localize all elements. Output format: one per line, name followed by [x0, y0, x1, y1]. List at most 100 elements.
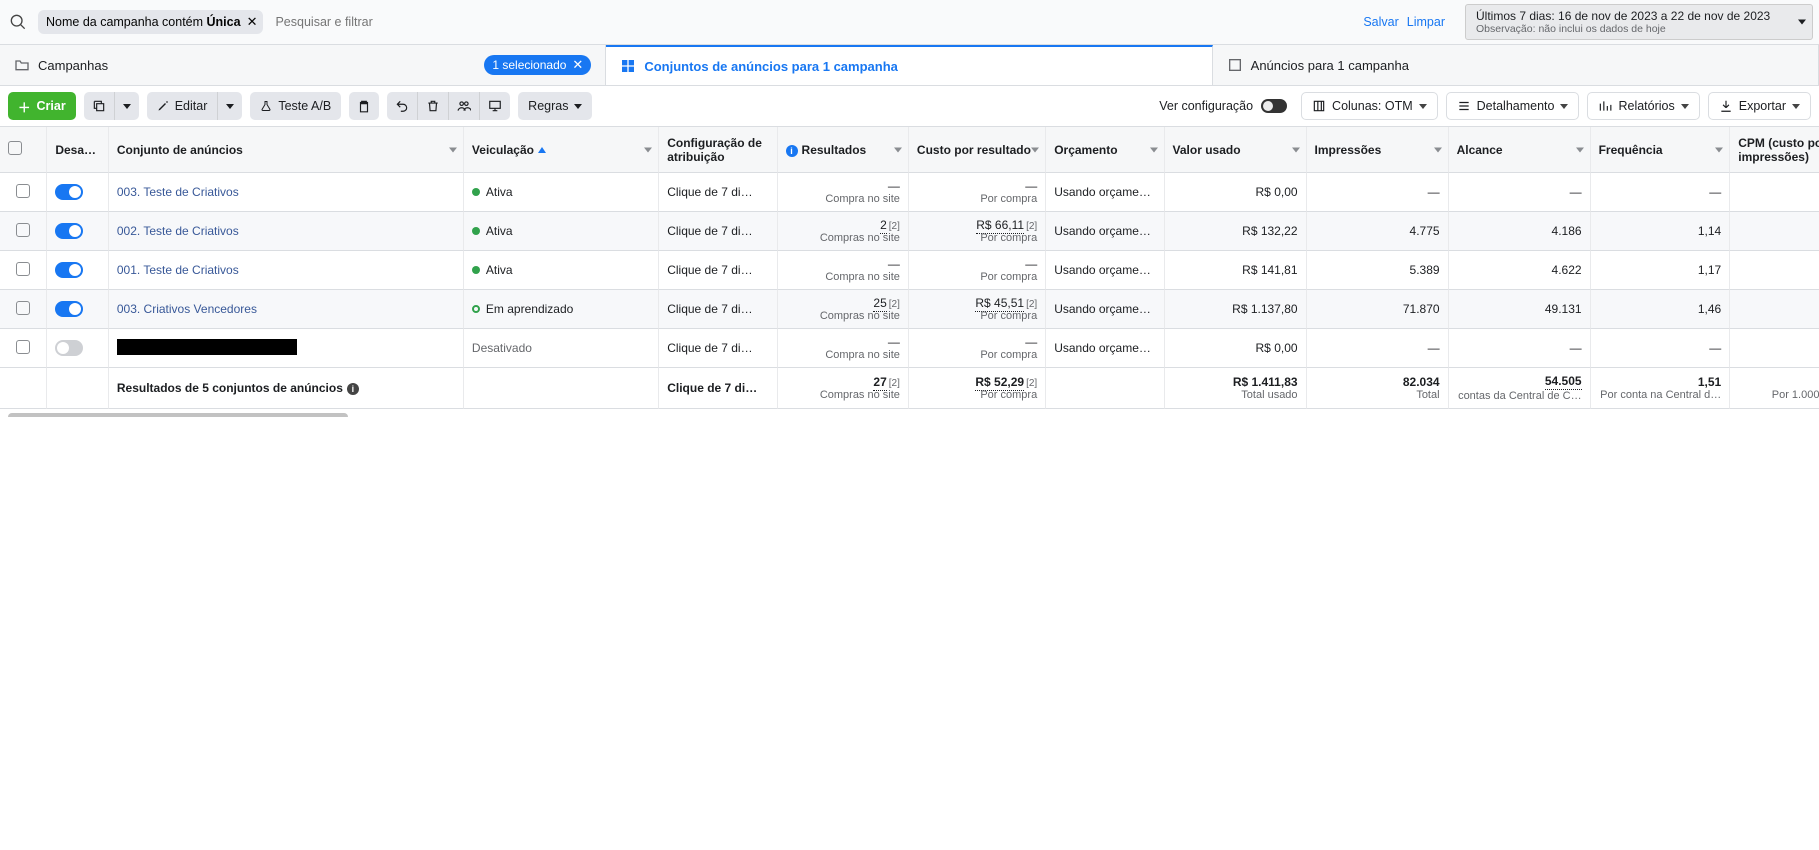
columns-icon [1312, 99, 1326, 113]
freq-value: 1,46 [1698, 302, 1721, 316]
col-attribution[interactable]: Configuração de atribuição [659, 127, 777, 173]
create-button[interactable]: ＋ Criar [8, 92, 76, 120]
row-toggle[interactable] [55, 301, 83, 317]
row-checkbox[interactable] [16, 184, 30, 198]
tab-adsets[interactable]: Conjuntos de anúncios para 1 campanha [606, 45, 1212, 85]
export-button[interactable]: Exportar [1708, 92, 1811, 120]
date-range-main: Últimos 7 dias: 16 de nov de 2023 a 22 d… [1476, 9, 1770, 23]
adset-name-link[interactable]: 002. Teste de Criativos [117, 224, 239, 238]
filter-chip-campaign-name[interactable]: Nome da campanha contém Única ✕ [38, 10, 263, 34]
reach-value: 4.186 [1552, 224, 1582, 238]
adset-name-link[interactable]: 003. Teste de Criativos [117, 185, 239, 199]
col-impressions[interactable]: Impressões [1307, 127, 1449, 173]
copy-button[interactable] [349, 92, 379, 120]
duplicate-more-button[interactable] [115, 92, 139, 120]
row-toggle[interactable] [55, 262, 83, 278]
row-checkbox[interactable] [16, 223, 30, 237]
scrollbar-thumb[interactable] [8, 413, 348, 417]
attribution-setting: Clique de 7 di… [667, 185, 752, 199]
ab-test-button[interactable]: Teste A/B [250, 92, 341, 120]
col-reach[interactable]: Alcance [1449, 127, 1591, 173]
reach-value: 49.131 [1545, 302, 1582, 316]
edit-button[interactable]: Editar [147, 92, 219, 120]
folder-icon [14, 57, 30, 73]
budget-value: Usando orçame… [1054, 341, 1151, 355]
col-budget[interactable]: Orçamento [1046, 127, 1164, 173]
budget-value: Usando orçame… [1054, 302, 1151, 316]
clear-filter-link[interactable]: Limpar [1407, 15, 1445, 29]
cost-sub: Por compra [980, 232, 1037, 244]
col-select-all[interactable] [0, 127, 47, 173]
monitor-icon [488, 99, 502, 113]
row-toggle[interactable] [55, 340, 83, 356]
selection-chip: 1 selecionado ✕ [484, 55, 591, 75]
table-row: 003. Criativos VencedoresEm aprendizadoC… [0, 290, 1819, 329]
col-freq[interactable]: Frequência [1591, 127, 1731, 173]
clipboard-icon [357, 99, 371, 113]
edit-more-button[interactable] [218, 92, 242, 120]
freq-value: 1,17 [1698, 263, 1721, 277]
columns-button[interactable]: Colunas: OTM [1301, 92, 1438, 120]
tag-button[interactable] [449, 92, 480, 120]
date-range-picker[interactable]: Últimos 7 dias: 16 de nov de 2023 a 22 d… [1465, 4, 1813, 40]
button-label: Regras [528, 99, 568, 113]
row-checkbox[interactable] [16, 262, 30, 276]
reports-button[interactable]: Relatórios [1587, 92, 1699, 120]
adset-name-link[interactable]: 001. Teste de Criativos [117, 263, 239, 277]
duplicate-button[interactable] [84, 92, 115, 120]
tab-label: Anúncios para 1 campanha [1251, 58, 1409, 73]
col-off[interactable]: Desativa [47, 127, 109, 173]
table-header-row: Desativa Conjunto de anúncios Veiculação… [0, 127, 1819, 173]
toolbar: ＋ Criar Editar Teste A/B [0, 86, 1819, 127]
reach-value: — [1570, 341, 1582, 355]
row-toggle[interactable] [55, 223, 83, 239]
adset-name-link[interactable]: 003. Criativos Vencedores [117, 302, 257, 316]
budget-value: Usando orçame… [1054, 224, 1151, 238]
chevron-down-icon [226, 104, 234, 109]
save-filter-link[interactable]: Salvar [1363, 15, 1398, 29]
close-icon[interactable]: ✕ [572, 57, 583, 73]
tab-campaigns[interactable]: Campanhas 1 selecionado ✕ [0, 45, 606, 85]
breakdown-button[interactable]: Detalhamento [1446, 92, 1580, 120]
summary-freq: 1,51 [1698, 375, 1721, 389]
undo-button[interactable] [387, 92, 418, 120]
col-adset[interactable]: Conjunto de anúncios [109, 127, 464, 173]
attribution-setting: Clique de 7 di… [667, 341, 752, 355]
row-checkbox[interactable] [16, 301, 30, 315]
rules-button[interactable]: Regras [518, 92, 592, 120]
chevron-down-icon [644, 147, 652, 152]
col-results[interactable]: iResultados [778, 127, 909, 173]
status-dot-icon [472, 188, 480, 196]
row-checkbox[interactable] [16, 340, 30, 354]
table-scroll[interactable]: Desativa Conjunto de anúncios Veiculação… [0, 127, 1819, 409]
close-icon[interactable]: ✕ [247, 14, 258, 30]
col-cpm[interactable]: CPM (custo por 1.000 impressões) [1730, 127, 1819, 173]
row-toggle[interactable] [55, 184, 83, 200]
freq-value: — [1709, 341, 1721, 355]
chevron-down-icon [1681, 104, 1689, 109]
button-label: Exportar [1739, 99, 1786, 113]
pencil-icon [157, 100, 169, 112]
cost-value: — [1025, 179, 1037, 193]
horizontal-scrollbar[interactable] [0, 409, 1819, 417]
freq-value: 1,14 [1698, 224, 1721, 238]
delete-button[interactable] [418, 92, 449, 120]
impressions-value: — [1428, 185, 1440, 199]
impressions-value: 71.870 [1403, 302, 1440, 316]
tab-ads[interactable]: Anúncios para 1 campanha [1213, 45, 1819, 85]
search-input[interactable] [271, 9, 1355, 35]
download-icon [1719, 99, 1733, 113]
preview-button[interactable] [480, 92, 510, 120]
view-config-toggle[interactable]: Ver configuração [1159, 99, 1293, 113]
summary-reach: 54.505 [1545, 374, 1582, 390]
col-cost[interactable]: Custo por resultado [909, 127, 1046, 173]
chevron-down-icon [1798, 20, 1806, 25]
tab-label: Campanhas [38, 58, 108, 73]
table-row: DesativadoClique de 7 di…—Compra no site… [0, 329, 1819, 368]
reach-value: 4.622 [1552, 263, 1582, 277]
spend-value: R$ 141,81 [1242, 263, 1297, 277]
cost-sub: Por compra [980, 193, 1037, 205]
col-delivery[interactable]: Veiculação [464, 127, 659, 173]
col-spend[interactable]: Valor usado [1165, 127, 1307, 173]
impressions-value: 4.775 [1410, 224, 1440, 238]
